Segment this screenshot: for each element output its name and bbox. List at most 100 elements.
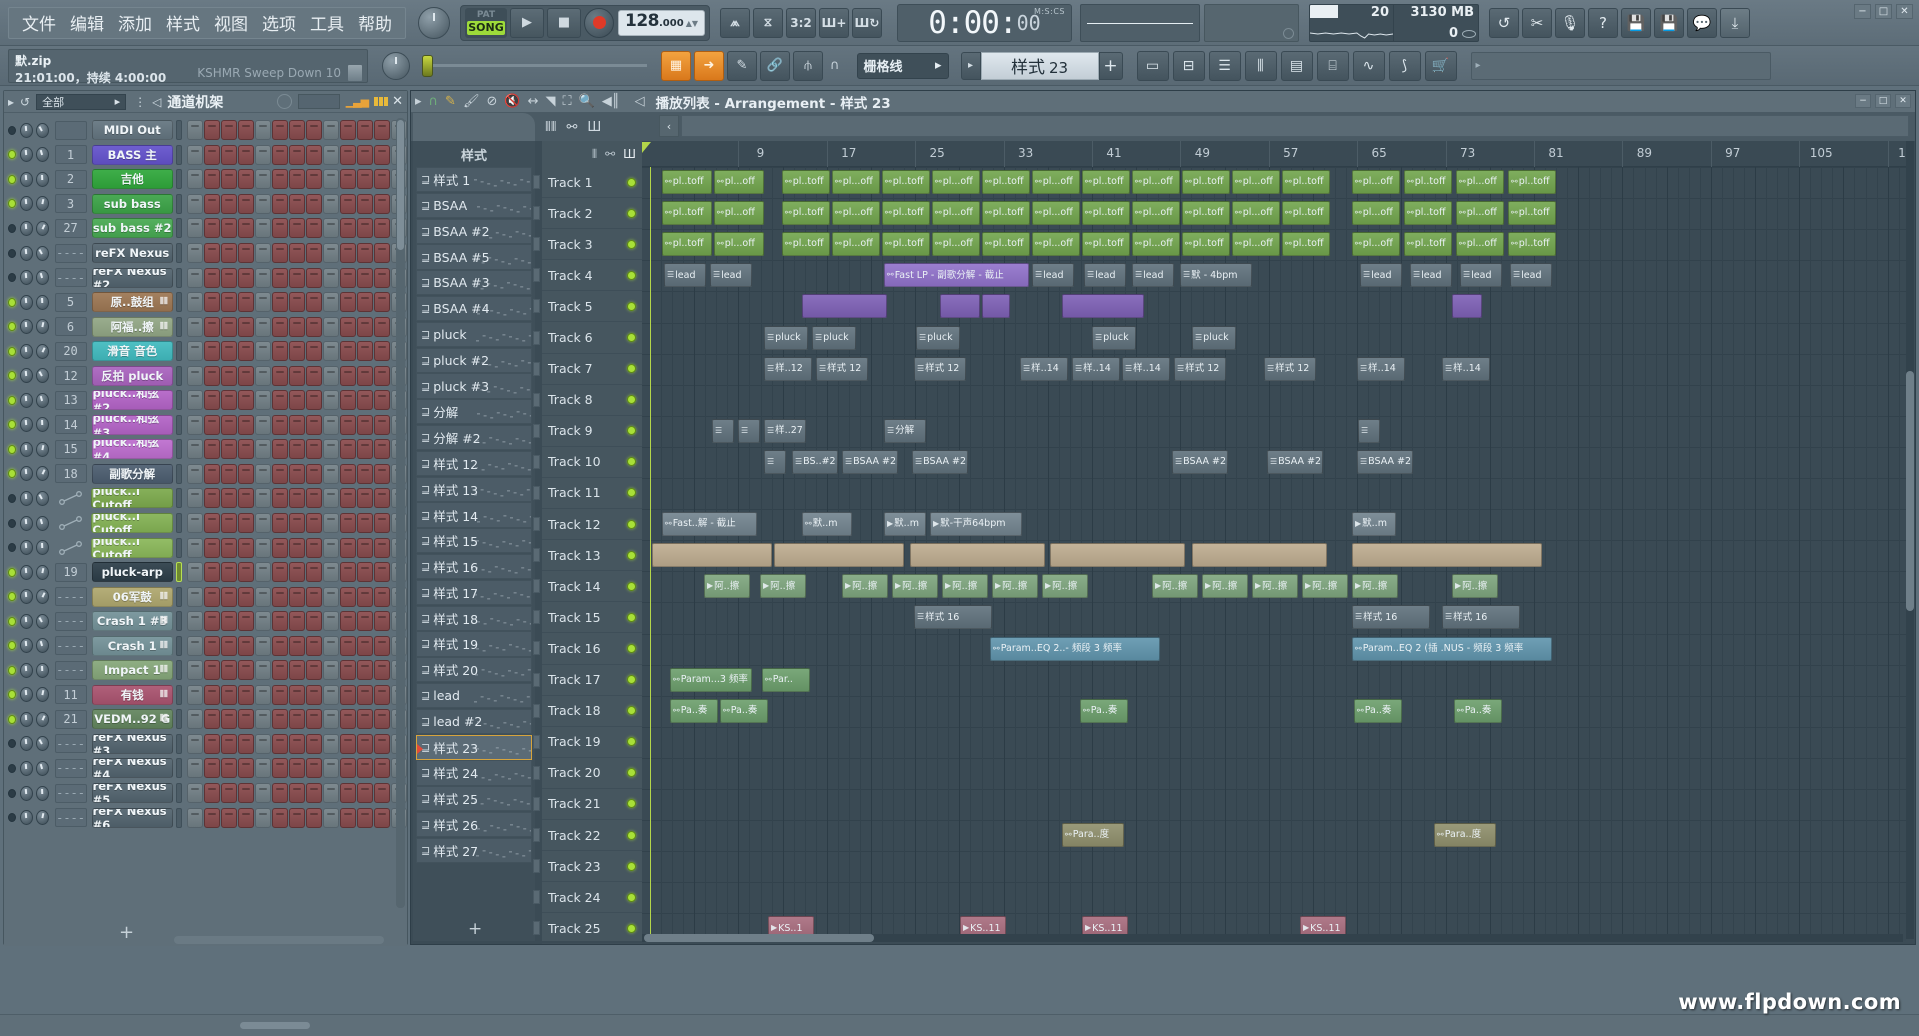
- step-button[interactable]: [238, 193, 254, 214]
- step-button[interactable]: [340, 292, 356, 313]
- step-button[interactable]: [306, 783, 322, 804]
- playlist-clip[interactable]: ⚯ pl..toff: [1082, 201, 1130, 226]
- step-button[interactable]: [221, 733, 237, 754]
- save-icon[interactable]: 💾: [1621, 7, 1651, 38]
- step-button[interactable]: [238, 586, 254, 607]
- step-button[interactable]: [187, 267, 203, 288]
- playlist-clip[interactable]: ⚯ Pa..奏: [720, 698, 768, 723]
- playlist-clip[interactable]: ☰ 分解: [884, 418, 926, 443]
- step-button[interactable]: [357, 684, 373, 705]
- step-button[interactable]: [238, 783, 254, 804]
- step-button[interactable]: [357, 463, 373, 484]
- playlist-track-header[interactable]: Track 25: [533, 913, 642, 945]
- playlist-clip[interactable]: ☰ BSAA #2: [1267, 449, 1323, 474]
- playback-tool-icon[interactable]: ◀║: [602, 94, 620, 109]
- step-button[interactable]: [323, 439, 339, 460]
- track-grip-handle[interactable]: [533, 859, 540, 874]
- channel-select-bar[interactable]: [175, 562, 182, 583]
- playlist-clip[interactable]: ⚯ pl...off: [1232, 201, 1280, 226]
- playlist-clip[interactable]: ⚯ pl...off: [1456, 201, 1504, 226]
- step-button[interactable]: [272, 243, 288, 263]
- step-button[interactable]: [340, 365, 356, 386]
- pattern-picker-item[interactable]: ⊒ 分解 #2: [416, 424, 532, 451]
- step-button[interactable]: [340, 120, 356, 141]
- step-button[interactable]: [221, 660, 237, 681]
- channel-volume-knob[interactable]: [35, 687, 49, 703]
- channel-volume-knob[interactable]: [35, 564, 49, 580]
- playlist-clip[interactable]: ☰ BSAA #2: [842, 449, 898, 474]
- step-button[interactable]: [374, 513, 391, 534]
- step-button[interactable]: [221, 488, 238, 509]
- playlist-clip[interactable]: ⚯ pl...off: [1132, 232, 1180, 257]
- step-button[interactable]: [272, 341, 288, 362]
- channel-pan-knob[interactable]: [19, 147, 33, 163]
- channel-select-bar[interactable]: [175, 218, 182, 239]
- step-button[interactable]: [340, 341, 356, 362]
- step-button[interactable]: [323, 316, 339, 337]
- step-button[interactable]: [374, 144, 390, 165]
- step-button[interactable]: [255, 390, 271, 411]
- step-button[interactable]: [323, 243, 339, 263]
- pattern-picker-item[interactable]: ⊒ 样式 15: [416, 528, 532, 554]
- project-info-panel[interactable]: 默.zip 21:01:00，持续 4:00:00 KSHMR Sweep Do…: [8, 48, 368, 85]
- channel-name-button[interactable]: pluck..l Cutoff: [91, 513, 173, 534]
- channel-select-bar[interactable]: [175, 390, 182, 411]
- step-button[interactable]: [255, 537, 272, 558]
- playlist-clip[interactable]: ☰ 样..12: [764, 356, 812, 381]
- step-button[interactable]: [340, 488, 357, 509]
- event-editor-icon[interactable]: ⊟: [1172, 50, 1205, 81]
- step-button[interactable]: [221, 120, 237, 141]
- step-button[interactable]: [357, 439, 373, 460]
- step-button[interactable]: [221, 758, 237, 779]
- chat-icon[interactable]: 💬: [1687, 7, 1717, 38]
- playlist-clip[interactable]: ⚯ pl...off: [714, 232, 764, 257]
- track-grip-handle[interactable]: [533, 268, 540, 283]
- channel-row[interactable]: ---- reFX Nexus #6: [8, 805, 407, 830]
- playlist-track-header[interactable]: Track 4: [533, 260, 642, 292]
- playlist-clip[interactable]: ⚯ pl..toff: [982, 232, 1030, 257]
- playlist-clip[interactable]: ⚯ pl..toff: [782, 170, 830, 195]
- channel-mute-led[interactable]: [8, 739, 16, 749]
- playlist-clip[interactable]: ⚯ Fast..解 - 截止: [662, 512, 757, 537]
- step-sequencer-row[interactable]: [187, 292, 407, 313]
- track-enable-led[interactable]: [627, 270, 636, 280]
- step-button[interactable]: [255, 365, 271, 386]
- step-button[interactable]: [187, 193, 203, 214]
- channel-volume-knob[interactable]: [35, 220, 49, 236]
- step-button[interactable]: [340, 218, 356, 239]
- step-button[interactable]: [255, 144, 271, 165]
- scrollbar-thumb[interactable]: [1906, 371, 1914, 611]
- step-button[interactable]: [238, 292, 254, 313]
- save-as-icon[interactable]: 💾: [1654, 7, 1684, 38]
- step-button[interactable]: [272, 463, 288, 484]
- channel-select-bar[interactable]: [175, 243, 182, 263]
- pattern-picker-item[interactable]: ⊒ 样式 18: [416, 605, 532, 631]
- channel-mute-led[interactable]: [8, 518, 16, 528]
- playlist-clip[interactable]: ☰: [764, 449, 786, 474]
- playlist-clip[interactable]: ⚯ pl..toff: [1082, 232, 1130, 257]
- channel-name-button[interactable]: sub bass: [91, 193, 173, 214]
- step-button[interactable]: [238, 709, 254, 730]
- channel-mute-led[interactable]: [8, 690, 16, 700]
- pattern-picker-item[interactable]: ⊒ lead #2: [416, 708, 532, 735]
- step-button[interactable]: [357, 586, 373, 607]
- track-enable-led[interactable]: [627, 301, 636, 311]
- channel-rack-horizontal-scrollbar[interactable]: [174, 936, 384, 944]
- channel-mute-led[interactable]: [8, 420, 16, 430]
- step-button[interactable]: [374, 709, 390, 730]
- step-button[interactable]: [374, 218, 390, 239]
- step-button[interactable]: [238, 562, 254, 583]
- pattern-picker-item[interactable]: ⊒ 样式 16: [416, 553, 532, 580]
- track-enable-led[interactable]: [627, 737, 636, 747]
- step-button[interactable]: [204, 218, 220, 239]
- step-sequencer-row[interactable]: [187, 193, 407, 214]
- status-bar-thumb[interactable]: [240, 1022, 310, 1029]
- channel-select-bar[interactable]: [175, 463, 182, 484]
- track-enable-led[interactable]: [627, 426, 636, 436]
- step-button[interactable]: [187, 365, 203, 386]
- step-button[interactable]: [340, 660, 356, 681]
- channel-mixer-number[interactable]: 15: [54, 439, 87, 459]
- channel-pan-knob[interactable]: [19, 515, 33, 531]
- channel-mixer-number[interactable]: ----: [54, 611, 87, 631]
- step-button[interactable]: [221, 365, 237, 386]
